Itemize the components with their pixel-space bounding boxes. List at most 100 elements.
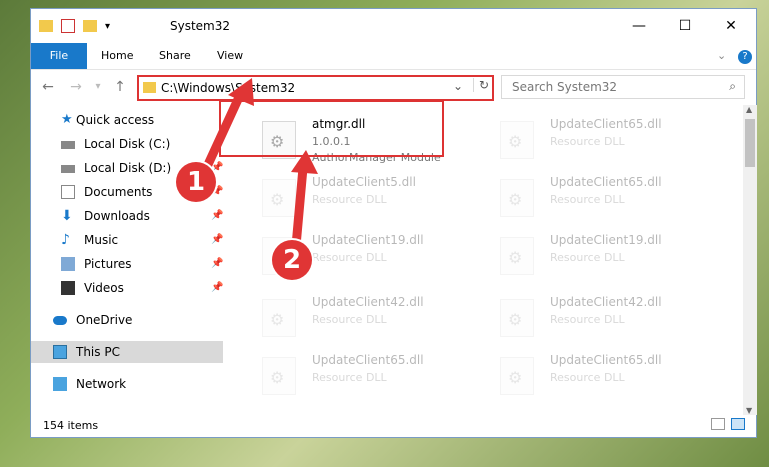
navigation-bar: ← → ▾ ↑ C:\Windows\System32 ⌄ ↻ Search S… bbox=[31, 69, 756, 103]
document-icon bbox=[61, 185, 75, 199]
tab-view[interactable]: View bbox=[217, 43, 243, 69]
file-name: UpdateClient65.dll bbox=[550, 175, 662, 189]
dll-file-icon: ⚙ bbox=[262, 299, 296, 337]
cloud-icon bbox=[53, 316, 67, 325]
pc-icon bbox=[53, 345, 67, 359]
highlight-box-file bbox=[219, 100, 444, 157]
download-icon: ⬇ bbox=[61, 208, 73, 224]
sidebar-item-videos[interactable]: Videos 📌 bbox=[31, 277, 223, 299]
navigation-pane: ★ Quick access Local Disk (C:) Local Dis… bbox=[31, 105, 223, 411]
pin-icon: 📌 bbox=[211, 234, 224, 245]
address-path[interactable]: C:\Windows\System32 bbox=[161, 81, 295, 95]
quick-access-toolbar: ▾ bbox=[39, 17, 110, 35]
network-icon bbox=[53, 377, 67, 391]
dll-file-icon: ⚙ bbox=[500, 237, 534, 275]
status-bar: 154 items bbox=[31, 415, 756, 437]
tab-home[interactable]: Home bbox=[101, 43, 133, 69]
drive-icon bbox=[61, 165, 75, 173]
file-item[interactable]: ⚙ UpdateClient42.dll Resource DLL bbox=[250, 289, 474, 343]
drive-icon bbox=[61, 141, 75, 149]
sidebar-item-downloads[interactable]: ⬇ Downloads 📌 bbox=[31, 205, 223, 227]
file-name: UpdateClient5.dll bbox=[312, 175, 416, 189]
file-item[interactable]: ⚙ UpdateClient65.dll Resource DLL bbox=[488, 111, 712, 165]
explorer-window: ▾ System32 — ☐ ✕ File Home Share View ⌄ … bbox=[30, 8, 757, 438]
pin-icon: 📌 bbox=[211, 282, 224, 293]
minimize-button[interactable]: — bbox=[616, 9, 662, 43]
address-bar[interactable]: C:\Windows\System32 ⌄ ↻ bbox=[137, 75, 494, 101]
pin-icon: 📌 bbox=[211, 258, 224, 269]
vertical-scrollbar[interactable]: ▲ ▼ bbox=[743, 105, 757, 415]
file-name: UpdateClient65.dll bbox=[550, 117, 662, 131]
file-type: Resource DLL bbox=[312, 313, 387, 326]
sidebar-item-quick-access[interactable]: ★ Quick access bbox=[31, 109, 223, 131]
file-item[interactable]: ⚙ UpdateClient65.dll Resource DLL bbox=[488, 169, 712, 223]
back-button[interactable]: ← bbox=[39, 78, 57, 96]
customize-icon[interactable]: ▾ bbox=[105, 21, 110, 32]
file-type: Resource DLL bbox=[312, 193, 387, 206]
file-type: Resource DLL bbox=[550, 313, 625, 326]
sidebar-item-local-disk-c[interactable]: Local Disk (C:) bbox=[31, 133, 223, 155]
dll-file-icon: ⚙ bbox=[500, 179, 534, 217]
ribbon: File Home Share View ⌄ ? bbox=[31, 43, 756, 70]
search-icon: ⌕ bbox=[729, 79, 736, 93]
help-icon[interactable]: ? bbox=[738, 43, 752, 69]
file-item[interactable]: ⚙ UpdateClient42.dll Resource DLL bbox=[488, 289, 712, 343]
window-title: System32 bbox=[170, 19, 231, 33]
file-type: Resource DLL bbox=[550, 251, 625, 264]
file-item[interactable]: ⚙ UpdateClient5.dll Resource DLL bbox=[250, 169, 474, 223]
recent-locations-button[interactable]: ▾ bbox=[89, 78, 107, 96]
file-type: Resource DLL bbox=[550, 193, 625, 206]
dll-file-icon: ⚙ bbox=[262, 357, 296, 395]
file-item[interactable]: ⚙ UpdateClient65.dll Resource DLL bbox=[250, 347, 474, 401]
sidebar-item-pictures[interactable]: Pictures 📌 bbox=[31, 253, 223, 275]
forward-button[interactable]: → bbox=[67, 78, 85, 96]
dll-file-icon: ⚙ bbox=[500, 299, 534, 337]
sidebar-item-music[interactable]: ♪ Music 📌 bbox=[31, 229, 223, 251]
refresh-icon[interactable]: ↻ bbox=[473, 78, 489, 92]
scrollbar-thumb[interactable] bbox=[745, 119, 755, 167]
sidebar-item-this-pc[interactable]: This PC bbox=[31, 341, 223, 363]
address-dropdown-icon[interactable]: ⌄ bbox=[453, 79, 463, 93]
file-name: UpdateClient42.dll bbox=[312, 295, 424, 309]
file-item[interactable]: ⚙ UpdateClient19.dll Resource DLL bbox=[488, 227, 712, 281]
callout-badge-2: 2 bbox=[272, 240, 312, 280]
file-name: UpdateClient65.dll bbox=[550, 353, 662, 367]
pictures-icon bbox=[61, 257, 75, 271]
search-placeholder: Search System32 bbox=[512, 80, 618, 94]
dll-file-icon: ⚙ bbox=[500, 121, 534, 159]
folder-icon bbox=[143, 82, 156, 93]
tab-file[interactable]: File bbox=[31, 43, 87, 69]
close-button[interactable]: ✕ bbox=[708, 9, 754, 43]
maximize-button[interactable]: ☐ bbox=[662, 9, 708, 43]
sidebar-item-network[interactable]: Network bbox=[31, 373, 223, 395]
file-name: UpdateClient42.dll bbox=[550, 295, 662, 309]
file-type: Resource DLL bbox=[312, 371, 387, 384]
large-icons-view-icon[interactable] bbox=[731, 418, 745, 430]
dll-file-icon: ⚙ bbox=[262, 179, 296, 217]
file-name: UpdateClient19.dll bbox=[312, 233, 424, 247]
folder-icon[interactable] bbox=[39, 20, 53, 32]
new-folder-icon[interactable] bbox=[83, 20, 97, 32]
details-view-icon[interactable] bbox=[711, 418, 725, 430]
star-icon: ★ bbox=[61, 112, 73, 127]
pin-icon: 📌 bbox=[211, 210, 224, 221]
up-button[interactable]: ↑ bbox=[111, 78, 129, 96]
chevron-down-icon[interactable]: ⌄ bbox=[717, 43, 726, 69]
file-type: Resource DLL bbox=[312, 251, 387, 264]
tab-share[interactable]: Share bbox=[159, 43, 191, 69]
file-name: UpdateClient19.dll bbox=[550, 233, 662, 247]
properties-icon[interactable] bbox=[61, 19, 75, 33]
item-count: 154 items bbox=[43, 419, 99, 432]
title-bar: ▾ System32 — ☐ ✕ bbox=[31, 9, 756, 43]
dll-file-icon: ⚙ bbox=[500, 357, 534, 395]
sidebar-item-onedrive[interactable]: OneDrive bbox=[31, 309, 223, 331]
music-icon: ♪ bbox=[61, 232, 70, 248]
scroll-up-icon[interactable]: ▲ bbox=[746, 105, 752, 114]
file-item[interactable]: ⚙ UpdateClient65.dll Resource DLL bbox=[488, 347, 712, 401]
callout-badge-1: 1 bbox=[176, 162, 216, 202]
videos-icon bbox=[61, 281, 75, 295]
file-name: UpdateClient65.dll bbox=[312, 353, 424, 367]
scroll-down-icon[interactable]: ▼ bbox=[746, 406, 752, 415]
search-input[interactable]: Search System32 ⌕ bbox=[501, 75, 745, 99]
file-type: Resource DLL bbox=[550, 371, 625, 384]
